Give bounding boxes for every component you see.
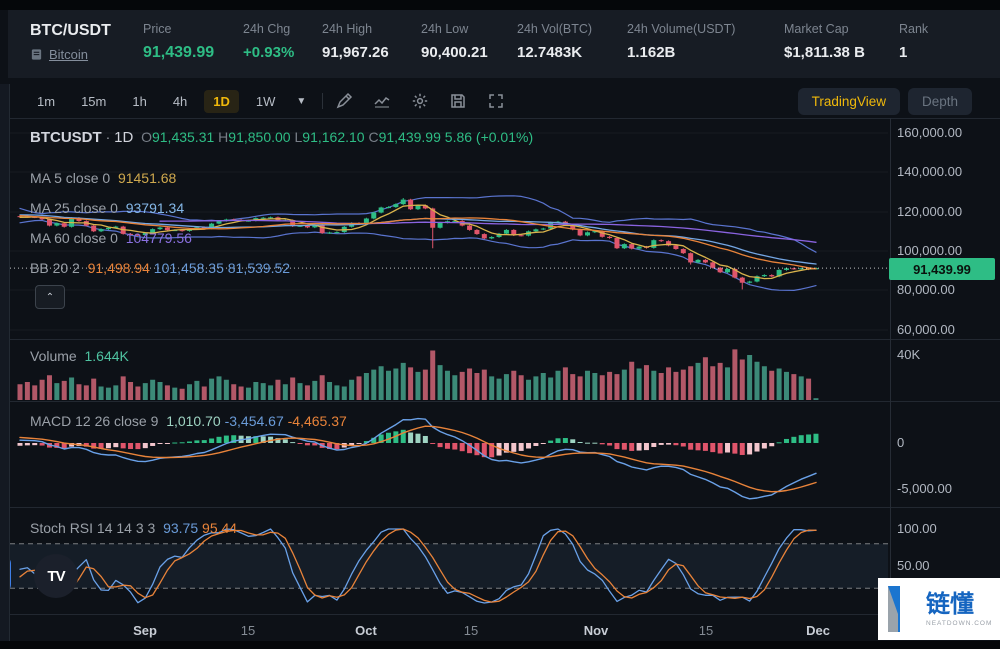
pair-title: BTC/USDT [30, 22, 111, 39]
stoch-tick: 50.00 [897, 558, 930, 573]
settings-gear-icon[interactable] [411, 92, 429, 110]
ohlc-legend: BTCUSDT · 1D O91,435.31 H91,850.00 L91,1… [30, 129, 534, 146]
brand-watermark-card: 链懂 NEATDOWN.COM [878, 578, 1000, 640]
volume-tick: 40K [897, 347, 921, 362]
chart-region[interactable]: 160,000.00 140,000.00 120,000.00 100,000… [0, 118, 1000, 641]
chart-canvas[interactable] [0, 118, 1000, 641]
tab-depth[interactable]: Depth [907, 87, 972, 115]
stat-label: 24h Chg [243, 22, 291, 36]
brand-logo-icon [886, 584, 920, 634]
left-scroll-strip[interactable] [0, 84, 10, 641]
brand-name: 链懂 [926, 590, 974, 618]
interval-1h[interactable]: 1h [123, 90, 155, 113]
stat-value: 91,967.26 [322, 44, 389, 61]
interval-4h[interactable]: 4h [164, 90, 196, 113]
stat-value: 1.162B [627, 44, 676, 61]
time-tick-15: 15 [698, 623, 714, 638]
price-tick: 100,000.00 [897, 243, 963, 258]
stat-label: 24h Vol(BTC) [517, 22, 593, 36]
bb-legend: BB 20 2 91,498.94 101,458.35 81,539.52 [30, 260, 291, 276]
collapse-indicators-button[interactable]: ⌃ [35, 285, 65, 309]
stat-value: 90,400.21 [421, 44, 488, 61]
stoch-legend: Stoch RSI 14 14 3 3 93.75 95.44 [30, 520, 238, 536]
stat-label: Rank [899, 22, 929, 36]
time-tick-15: 15 [240, 623, 256, 638]
pane-separator [0, 614, 1000, 615]
interval-15m[interactable]: 15m [72, 90, 115, 113]
interval-1d[interactable]: 1D [204, 89, 239, 113]
pane-separator [0, 507, 1000, 508]
time-tick-nov: Nov [583, 623, 609, 638]
macd-tick: -5,000.00 [897, 481, 952, 496]
stat-label: 24h High [322, 22, 373, 36]
price-axis-separator [890, 118, 891, 615]
stat-value: +0.93% [243, 44, 295, 61]
stat-label: 24h Volume(USDT) [627, 22, 736, 36]
market-header: BTC/USDT Bitcoin Price 91,439.99 24h Chg… [8, 10, 1000, 78]
last-price-badge: 91,439.99 [889, 258, 995, 280]
ma60-legend: MA 60 close 0 104779.56 [30, 230, 192, 246]
ma5-legend: MA 5 close 0 91451.68 [30, 170, 177, 186]
coin-name-link[interactable]: Bitcoin [49, 47, 88, 62]
bottom-strip [0, 641, 1000, 649]
price-tick: 160,000.00 [897, 125, 963, 140]
price-tick: 60,000.00 [897, 322, 955, 337]
pane-separator [0, 118, 1000, 119]
coin-book-icon [30, 48, 43, 61]
trading-app: BTC/USDT Bitcoin Price 91,439.99 24h Chg… [0, 0, 1000, 649]
draw-tool-icon[interactable] [335, 92, 353, 110]
legend-symbol: BTCUSDT [30, 129, 102, 146]
tradingview-watermark: TV [34, 554, 78, 598]
legend-interval: 1D [114, 129, 134, 146]
top-strip [0, 0, 1000, 10]
macd-legend: MACD 12 26 close 9 1,010.70 -3,454.67 -4… [30, 413, 347, 429]
chart-style-icon[interactable] [373, 92, 391, 110]
stoch-tick: 100.00 [897, 521, 937, 536]
stat-value: $1,811.38 B [784, 44, 865, 61]
tab-tradingview[interactable]: TradingView [797, 87, 900, 115]
stat-label: Market Cap [784, 22, 849, 36]
stat-label: Price [143, 22, 172, 36]
stat-label: 24h Low [421, 22, 469, 36]
toolbar-divider [322, 93, 324, 109]
interval-dropdown-caret-icon[interactable]: ▼ [292, 96, 310, 107]
time-tick-15: 15 [463, 623, 479, 638]
price-tick: 140,000.00 [897, 164, 963, 179]
time-tick-sep: Sep [133, 623, 157, 638]
price-tick: 80,000.00 [897, 282, 955, 297]
macd-tick: 0 [897, 435, 905, 450]
price-tick: 120,000.00 [897, 204, 963, 219]
time-tick-oct: Oct [355, 623, 377, 638]
brand-domain: NEATDOWN.COM [926, 619, 993, 627]
interval-1m[interactable]: 1m [28, 90, 64, 113]
stat-value: 1 [899, 44, 908, 61]
pane-separator [0, 339, 1000, 340]
chart-toolbar: 1m 15m 1h 4h 1D 1W ▼ TradingView Depth [8, 84, 1000, 118]
stat-value: 91,439.99 [143, 44, 215, 61]
volume-legend: Volume 1.644K [30, 348, 129, 364]
ma25-legend: MA 25 close 0 93791.34 [30, 200, 185, 216]
time-tick-dec: Dec [806, 623, 830, 638]
save-layout-icon[interactable] [449, 92, 467, 110]
interval-1w[interactable]: 1W [247, 90, 285, 113]
pane-separator [0, 401, 1000, 402]
stat-value: 12.7483K [517, 44, 583, 61]
legend-change: 5.86 (+0.01%) [444, 129, 534, 145]
fullscreen-icon[interactable] [487, 92, 505, 110]
